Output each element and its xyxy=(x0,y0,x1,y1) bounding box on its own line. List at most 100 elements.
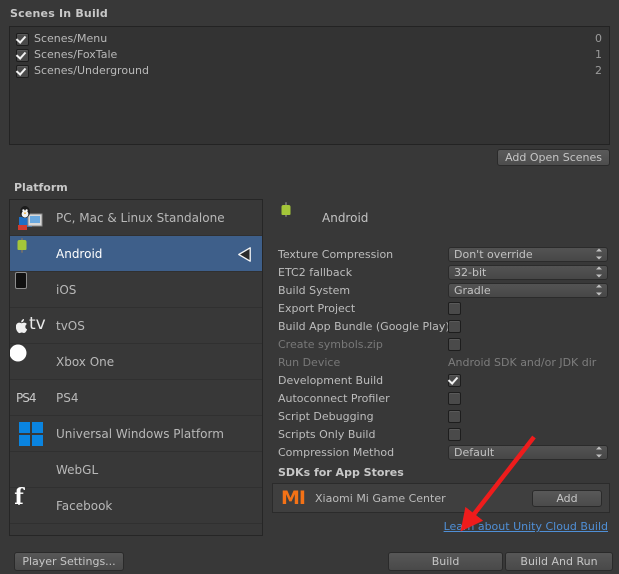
platform-item-xbox-one[interactable]: Xbox One xyxy=(10,344,262,380)
platform-item-label: PC, Mac & Linux Standalone xyxy=(56,210,225,225)
platform-item-label: PS4 xyxy=(56,390,79,405)
platform-item-pc-mac-linux[interactable]: PC, Mac & Linux Standalone xyxy=(10,200,262,236)
facebook-icon xyxy=(16,489,46,521)
platform-list[interactable]: PC, Mac & Linux Standalone Android iOS t… xyxy=(9,199,263,536)
create-symbols-zip-checkbox xyxy=(448,337,461,351)
platform-header: Platform xyxy=(14,181,68,194)
platform-item-ios[interactable]: iOS xyxy=(10,272,262,308)
scene-index-label: 1 xyxy=(595,48,602,61)
setting-row-build-system[interactable]: Build System Gradle xyxy=(272,281,610,299)
chevron-updown-icon xyxy=(596,248,603,260)
setting-row-autoconnect-profiler[interactable]: Autoconnect Profiler xyxy=(272,389,610,407)
scene-list-item[interactable]: Scenes/FoxTale 1 xyxy=(10,47,609,63)
platform-item-label: Android xyxy=(56,246,103,261)
platform-item-label: iOS xyxy=(56,282,77,297)
scene-enabled-checkbox[interactable] xyxy=(16,64,29,78)
build-system-dropdown[interactable]: Gradle xyxy=(448,282,608,298)
setting-label: Texture Compression xyxy=(278,247,394,261)
scenes-in-build-header: Scenes In Build xyxy=(10,7,108,20)
selected-platform-title: Android xyxy=(322,211,369,225)
xiaomi-mi-logo-icon: MI xyxy=(281,486,306,509)
chevron-updown-icon xyxy=(596,284,603,296)
autoconnect-profiler-checkbox[interactable] xyxy=(448,391,461,405)
build-app-bundle-checkbox[interactable] xyxy=(448,319,461,333)
settings-rows: Texture Compression Don't override ETC2 … xyxy=(272,245,610,461)
scene-index-label: 0 xyxy=(595,32,602,45)
platform-item-ps4[interactable]: PS4 PS4 xyxy=(10,380,262,416)
etc2-fallback-dropdown[interactable]: 32-bit xyxy=(448,264,608,280)
setting-label: Build System xyxy=(278,283,351,297)
setting-row-export-project[interactable]: Export Project xyxy=(272,299,610,317)
setting-row-build-app-bundle[interactable]: Build App Bundle (Google Play) xyxy=(272,317,610,335)
setting-label: Run Device xyxy=(278,355,341,369)
scene-list-item[interactable]: Scenes/Menu 0 xyxy=(10,31,609,47)
platform-settings-panel: Android Texture Compression Don't overri… xyxy=(272,199,610,536)
platform-item-tvos[interactable]: tv tvOS xyxy=(10,308,262,344)
scripts-only-build-checkbox[interactable] xyxy=(448,427,461,441)
scene-enabled-checkbox[interactable] xyxy=(16,32,29,46)
platform-item-label: tvOS xyxy=(56,318,85,333)
android-icon xyxy=(16,237,46,269)
standalone-icon xyxy=(16,203,46,233)
setting-row-create-symbols-zip: Create symbols.zip xyxy=(272,335,610,353)
ios-icon xyxy=(16,273,46,305)
setting-label: Autoconnect Profiler xyxy=(278,391,390,405)
build-and-run-button[interactable]: Build And Run xyxy=(505,552,613,571)
ps4-icon: PS4 xyxy=(16,390,36,405)
script-debugging-checkbox[interactable] xyxy=(448,409,461,423)
setting-label: Export Project xyxy=(278,301,356,315)
sdk-entry-label: Xiaomi Mi Game Center xyxy=(314,491,446,505)
scene-list-item[interactable]: Scenes/Underground 2 xyxy=(10,63,609,79)
dropdown-value: Gradle xyxy=(454,283,491,297)
setting-label: Scripts Only Build xyxy=(278,427,376,441)
scene-path-label: Scenes/Underground xyxy=(34,64,149,77)
scene-path-label: Scenes/FoxTale xyxy=(34,48,118,61)
chevron-updown-icon xyxy=(596,446,603,458)
compression-method-dropdown[interactable]: Default xyxy=(448,444,608,460)
platform-item-webgl[interactable]: WebGL xyxy=(10,452,262,488)
setting-row-script-debugging[interactable]: Script Debugging xyxy=(272,407,610,425)
setting-row-scripts-only-build[interactable]: Scripts Only Build xyxy=(272,425,610,443)
android-icon xyxy=(280,202,310,233)
dropdown-value: 32-bit xyxy=(454,265,487,279)
setting-label: Create symbols.zip xyxy=(278,337,383,351)
tvos-icon: tv xyxy=(16,313,46,339)
build-settings-window: Scenes In Build Scenes/Menu 0 Scenes/Fox… xyxy=(0,0,619,574)
setting-label: ETC2 fallback xyxy=(278,265,353,279)
platform-item-label: Universal Windows Platform xyxy=(56,426,224,441)
setting-row-compression-method[interactable]: Compression Method Default xyxy=(272,443,610,461)
setting-label: Script Debugging xyxy=(278,409,374,423)
scenes-in-build-list[interactable]: Scenes/Menu 0 Scenes/FoxTale 1 Scenes/Un… xyxy=(9,26,610,145)
platform-item-android[interactable]: Android xyxy=(10,236,262,272)
windows-icon xyxy=(16,419,46,449)
dropdown-value: Default xyxy=(454,445,495,459)
unity-logo-icon xyxy=(235,245,254,264)
platform-item-label: Xbox One xyxy=(56,354,115,369)
sdk-entry-xiaomi[interactable]: MI Xiaomi Mi Game Center Add xyxy=(272,483,610,513)
setting-row-development-build[interactable]: Development Build xyxy=(272,371,610,389)
development-build-checkbox[interactable] xyxy=(448,373,461,387)
run-device-value: Android SDK and/or JDK dir xyxy=(448,355,597,369)
build-button[interactable]: Build xyxy=(388,552,503,571)
add-open-scenes-button[interactable]: Add Open Scenes xyxy=(497,149,610,166)
selected-platform-title-row: Android xyxy=(272,199,610,237)
setting-label: Compression Method xyxy=(278,445,395,459)
dropdown-value: Don't override xyxy=(454,247,533,261)
platform-item-universal-windows-platform[interactable]: Universal Windows Platform xyxy=(10,416,262,452)
texture-compression-dropdown[interactable]: Don't override xyxy=(448,246,608,262)
setting-label: Build App Bundle (Google Play) xyxy=(278,319,448,333)
scene-index-label: 2 xyxy=(595,64,602,77)
setting-row-texture-compression[interactable]: Texture Compression Don't override xyxy=(272,245,610,263)
platform-item-facebook[interactable]: Facebook xyxy=(10,488,262,524)
xbox-icon xyxy=(16,347,46,377)
sdks-for-app-stores-header: SDKs for App Stores xyxy=(278,466,404,479)
learn-about-unity-cloud-build-link[interactable]: Learn about Unity Cloud Build xyxy=(272,520,610,533)
player-settings-button[interactable]: Player Settings... xyxy=(14,552,124,571)
export-project-checkbox[interactable] xyxy=(448,301,461,315)
scene-path-label: Scenes/Menu xyxy=(34,32,108,45)
scene-enabled-checkbox[interactable] xyxy=(16,48,29,62)
setting-row-run-device: Run Device Android SDK and/or JDK dir xyxy=(272,353,610,371)
chevron-updown-icon xyxy=(596,266,603,278)
add-sdk-button[interactable]: Add xyxy=(532,489,602,507)
setting-row-etc2-fallback[interactable]: ETC2 fallback 32-bit xyxy=(272,263,610,281)
